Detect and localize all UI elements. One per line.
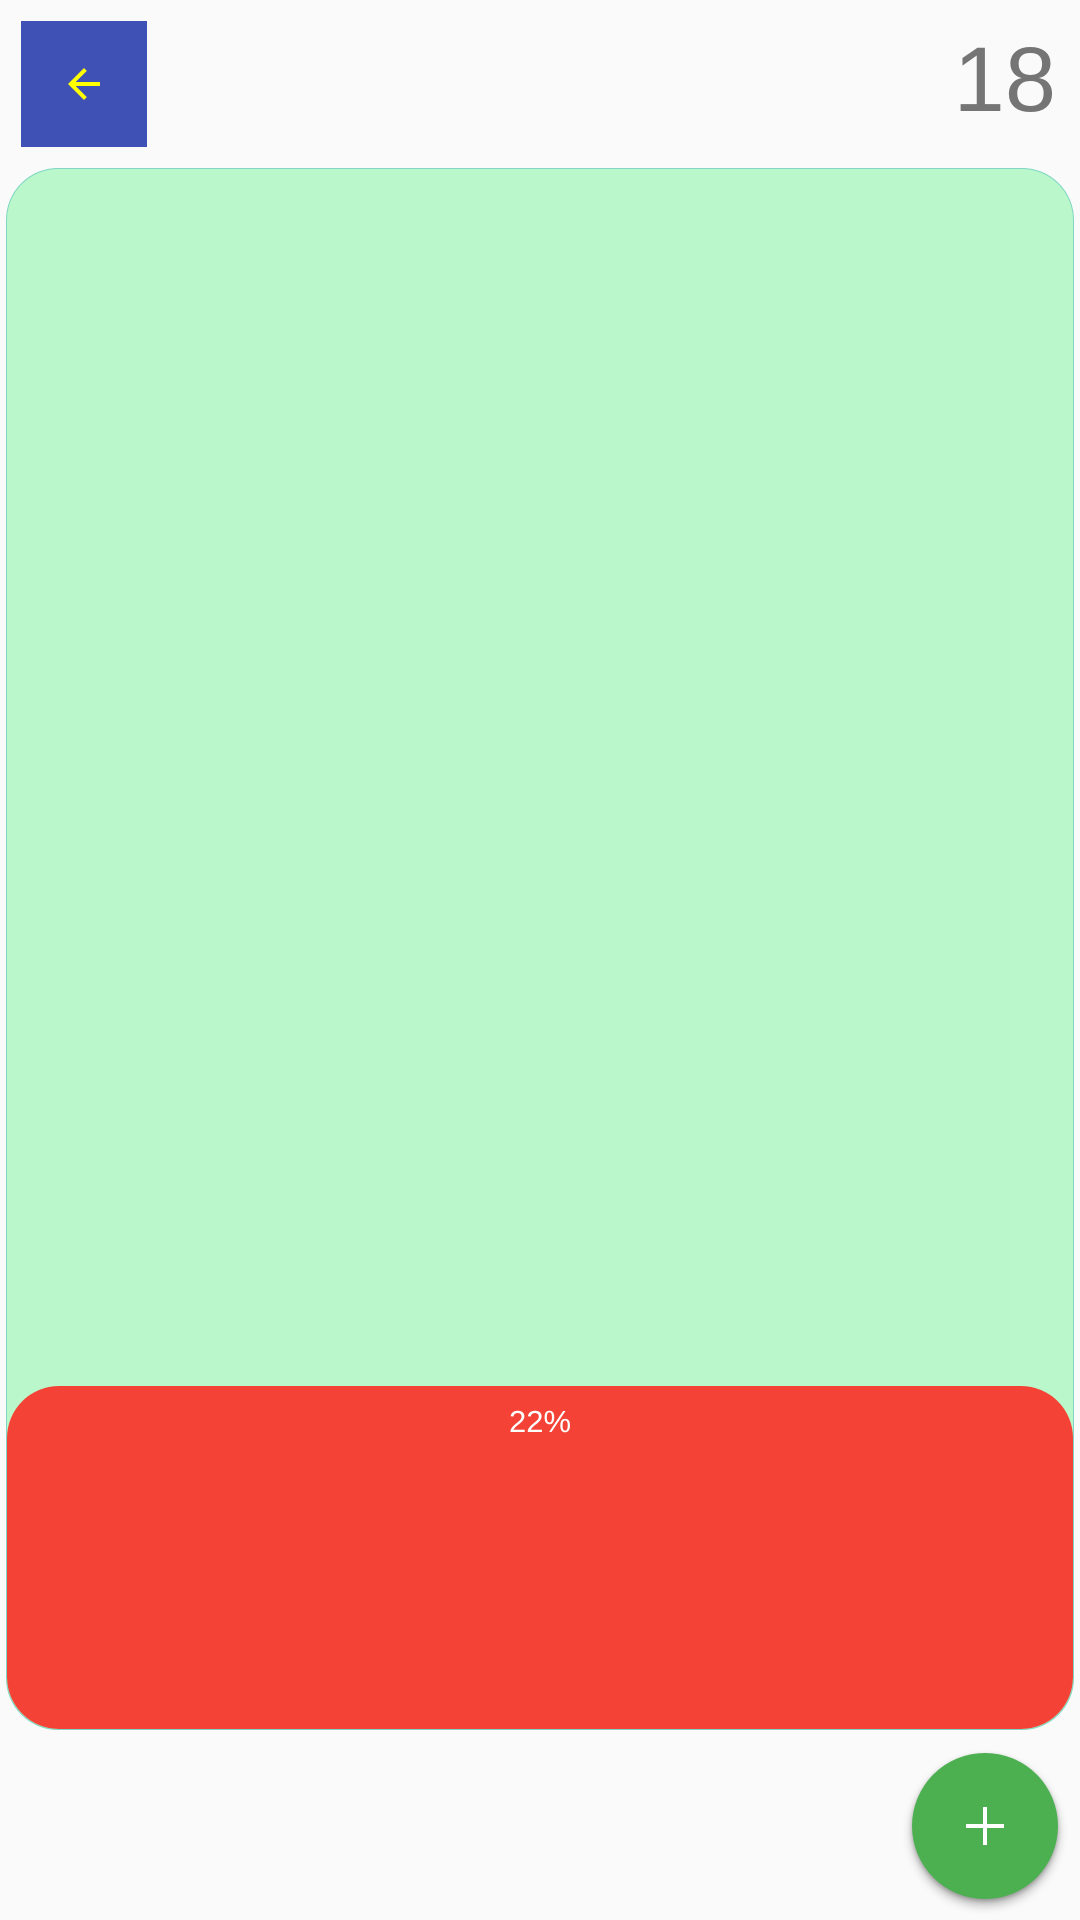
screen: 18 22% <box>0 0 1080 1920</box>
counter-value: 18 <box>953 29 1056 131</box>
progress-label: 22% <box>508 1403 572 1439</box>
plus-icon <box>964 1805 1006 1847</box>
back-button[interactable] <box>21 21 147 147</box>
add-button[interactable] <box>912 1753 1058 1899</box>
arrow-left-icon <box>60 60 108 108</box>
progress-fill: 22% <box>7 1385 1073 1729</box>
progress-container: 22% <box>6 168 1074 1730</box>
